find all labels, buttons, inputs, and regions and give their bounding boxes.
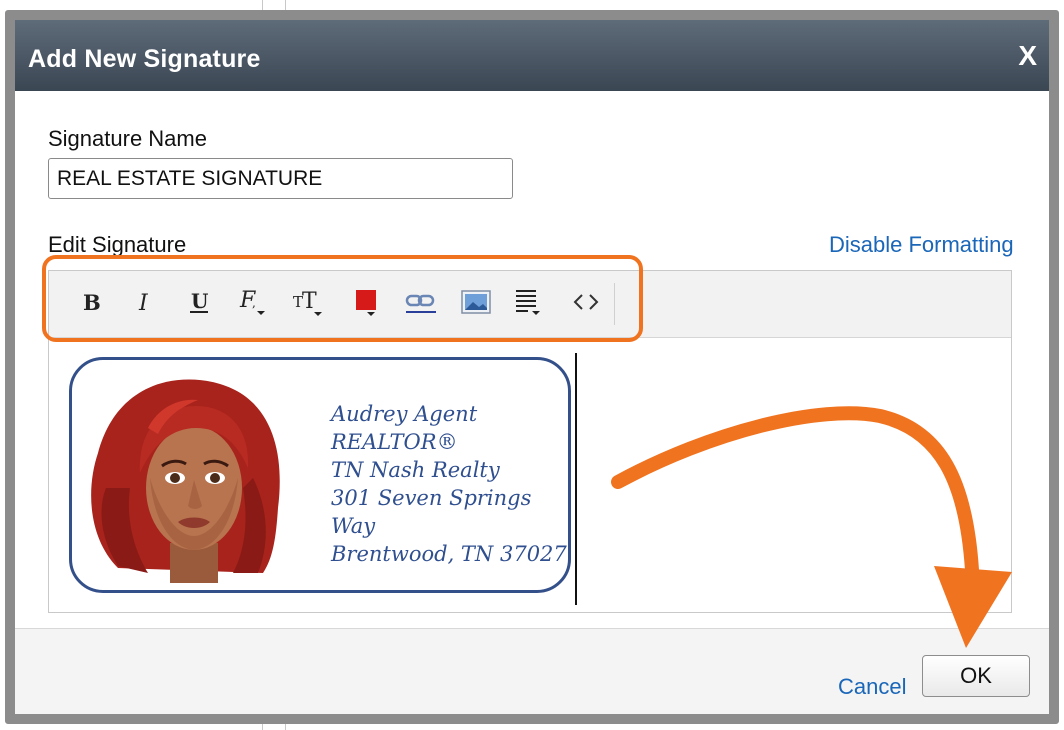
text-cursor — [575, 353, 577, 605]
signature-line: Brentwood, TN 37027 — [331, 542, 567, 566]
ok-button[interactable]: OK — [922, 655, 1030, 697]
signature-name-input[interactable] — [48, 158, 513, 199]
dialog-title: Add New Signature — [28, 45, 261, 73]
signature-name-label: Signature Name — [48, 126, 207, 151]
close-icon[interactable]: X — [1018, 40, 1037, 72]
signature-line: REALTOR® — [331, 430, 458, 454]
signature-text: Audrey Agent REALTOR® TN Nash Realty 301… — [331, 400, 568, 568]
disable-formatting-link[interactable]: Disable Formatting — [829, 232, 1014, 258]
signature-line: Audrey Agent — [331, 402, 478, 426]
dialog-titlebar: Add New Signature X — [15, 20, 1049, 91]
signature-card: Audrey Agent REALTOR® TN Nash Realty 301… — [69, 357, 571, 593]
agent-avatar — [91, 379, 280, 583]
signature-line: TN Nash Realty — [331, 458, 500, 482]
dialog-footer — [15, 628, 1049, 714]
cancel-button[interactable]: Cancel — [838, 674, 906, 700]
signature-line: 301 Seven Springs Way — [331, 486, 532, 538]
toolbar-highlight — [42, 255, 643, 342]
add-signature-dialog: Add New Signature X Signature Name Edit … — [5, 10, 1059, 724]
